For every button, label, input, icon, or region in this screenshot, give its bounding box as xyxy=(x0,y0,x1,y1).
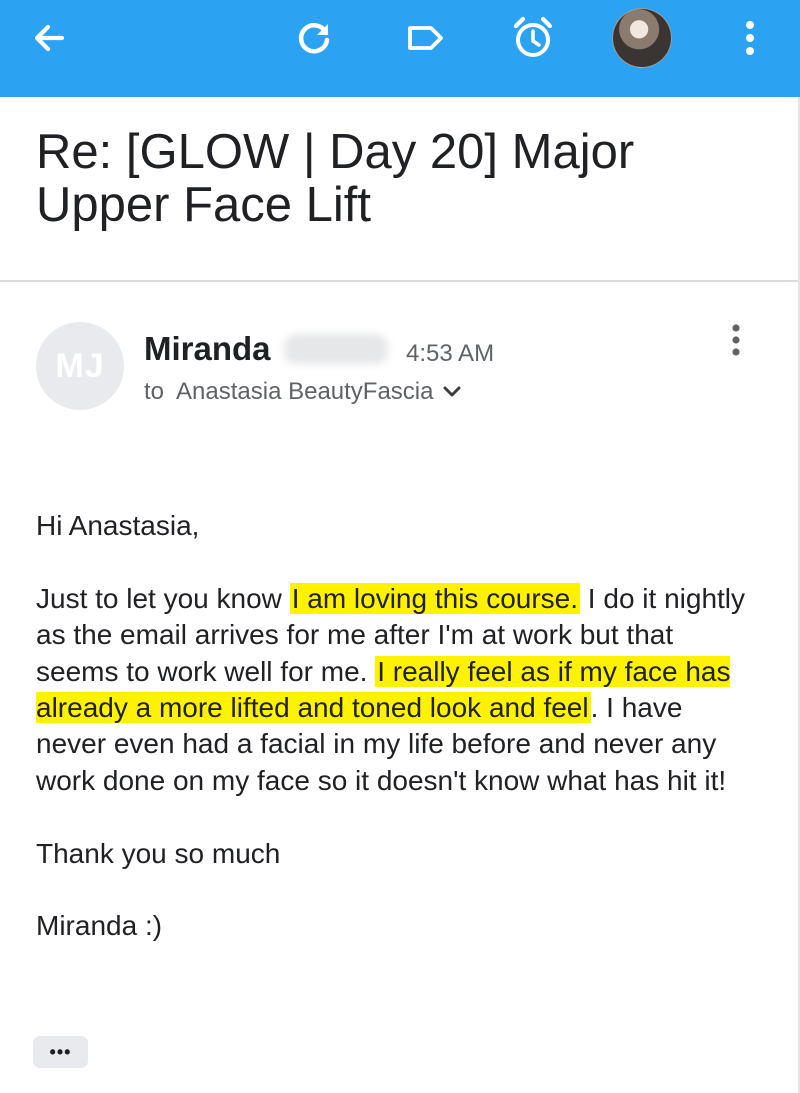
recipient-name: Anastasia BeautyFascia xyxy=(176,378,434,405)
more-vert-icon xyxy=(732,324,740,356)
greeting: Hi Anastasia, xyxy=(36,510,200,541)
chevron-down-icon xyxy=(442,385,462,399)
recipient-details-toggle[interactable]: to Anastasia BeautyFascia xyxy=(144,378,462,406)
label-button[interactable] xyxy=(390,0,460,76)
to-label: to xyxy=(144,378,165,405)
redacted-surname xyxy=(284,334,388,364)
body-paragraph: Just to let you know I am loving this co… xyxy=(36,581,756,799)
refresh-icon xyxy=(298,23,330,54)
refresh-button[interactable] xyxy=(280,0,350,76)
thanks-line: Thank you so much xyxy=(36,837,281,869)
snooze-button[interactable] xyxy=(498,0,568,76)
email-body: Hi Anastasia, Just to let you know I am … xyxy=(36,508,756,945)
more-vert-icon xyxy=(746,21,754,55)
snooze-alarm-icon xyxy=(513,16,553,57)
back-button[interactable] xyxy=(14,0,84,76)
email-subject: Re: [GLOW | Day 20] Major Upper Face Lif… xyxy=(36,125,635,232)
account-avatar[interactable] xyxy=(612,8,672,68)
body-text: Just to let you know xyxy=(36,582,290,614)
sent-time: 4:53 AM xyxy=(406,340,495,367)
show-trimmed-content-button[interactable]: ••• xyxy=(33,1036,88,1068)
sender-name: Miranda xyxy=(144,330,271,367)
signoff: Miranda :) xyxy=(36,910,163,942)
more-options-button[interactable] xyxy=(716,0,784,76)
back-arrow-icon xyxy=(34,24,65,52)
label-icon xyxy=(408,26,443,50)
message-more-button[interactable] xyxy=(720,318,752,362)
highlighted-text: I am loving this course. xyxy=(289,582,581,614)
divider xyxy=(0,280,800,282)
app-bar xyxy=(0,0,800,97)
sender-avatar[interactable]: MJ xyxy=(36,322,124,410)
